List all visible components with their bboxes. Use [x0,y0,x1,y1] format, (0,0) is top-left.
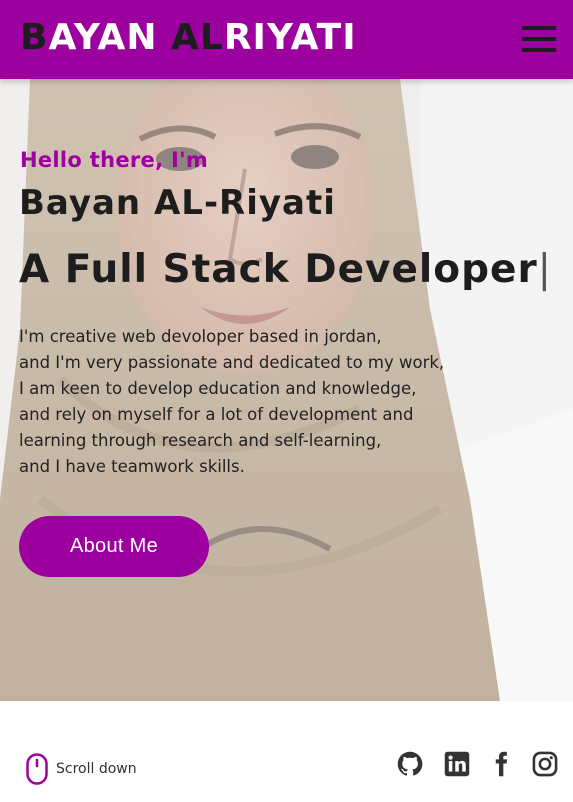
role-heading: A Full Stack Developer| [19,247,552,292]
page: BAYAN ALRIYATI Hello there, I'm Bayan AL… [0,0,573,802]
top-navbar: BAYAN ALRIYATI [0,0,573,79]
instagram-icon[interactable] [531,750,559,778]
hamburger-menu-icon[interactable] [522,24,556,54]
logo-last-name: RIYATI [223,17,357,58]
greeting-text: Hello there, I'm [20,148,208,172]
logo-initial-b: B [20,17,49,58]
facebook-icon[interactable] [487,750,515,778]
typing-cursor: | [537,247,552,292]
linkedin-icon[interactable] [443,750,471,778]
site-logo[interactable]: BAYAN ALRIYATI [20,14,357,62]
menu-bar [522,48,556,52]
intro-line: and rely on myself for a lot of developm… [19,405,414,424]
mouse-icon [26,753,48,785]
scroll-down-label: Scroll down [56,761,137,777]
intro-line: I am keen to develop education and knowl… [19,379,417,398]
menu-bar [522,26,556,30]
role-text: A Full Stack Developer [19,247,538,292]
logo-first-name: AYAN [48,17,172,58]
intro-line: and I have teamwork skills. [19,457,245,476]
logo-initial-al: AL [171,17,224,58]
intro-paragraph: I'm creative web devoloper based in jord… [19,324,499,480]
menu-bar [522,37,556,41]
intro-line: and I'm very passionate and dedicated to… [19,353,445,372]
about-me-button[interactable]: About Me [19,516,209,577]
intro-line: learning through research and self-learn… [19,431,382,450]
person-name: Bayan AL-Riyati [19,183,336,223]
hero-footer-bar: Scroll down [0,701,573,802]
intro-line: I'm creative web devoloper based in jord… [19,327,382,346]
scroll-down-link[interactable]: Scroll down [26,753,137,785]
github-icon[interactable] [396,750,424,778]
